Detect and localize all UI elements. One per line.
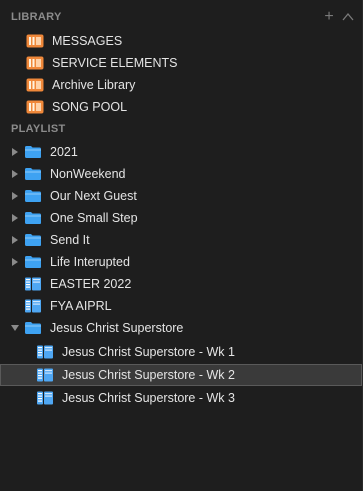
- playlist-icon: [25, 299, 41, 313]
- library-item-label: MESSAGES: [52, 34, 123, 48]
- library-item-archive-library[interactable]: Archive Library: [0, 74, 362, 96]
- chevron-right-icon[interactable]: [10, 169, 20, 179]
- folder-icon: [25, 190, 41, 202]
- chevron-right-icon[interactable]: [10, 147, 20, 157]
- playlist-jcs-wk1[interactable]: Jesus Christ Superstore - Wk 1: [0, 341, 362, 363]
- folder-icon: [25, 168, 41, 180]
- playlist-folder-send-it[interactable]: Send It: [0, 229, 362, 251]
- playlist-folder-jesus-christ-superstore[interactable]: Jesus Christ Superstore: [0, 317, 362, 339]
- playlist-folder-one-small-step[interactable]: One Small Step: [0, 207, 362, 229]
- folder-icon: [25, 146, 41, 158]
- folder-icon: [25, 212, 41, 224]
- library-item-service-elements[interactable]: SERVICE ELEMENTS: [0, 52, 362, 74]
- playlist-icon: [25, 277, 41, 291]
- library-item-messages[interactable]: MESSAGES: [0, 30, 362, 52]
- chevron-right-icon[interactable]: [10, 257, 20, 267]
- playlist-item-label: One Small Step: [50, 211, 138, 225]
- playlist-folder-our-next-guest[interactable]: Our Next Guest: [0, 185, 362, 207]
- library-item-label: Archive Library: [52, 78, 136, 92]
- library-header-label: LIBRARY: [11, 11, 62, 23]
- playlist-item-label: Life Interupted: [50, 255, 130, 269]
- library-item-label: SERVICE ELEMENTS: [52, 56, 178, 70]
- library-sidebar: LIBRARY + MESSAGES SERVICE ELEMENTS Arch…: [0, 0, 363, 491]
- folder-icon: [25, 256, 41, 268]
- playlist-item-label: Jesus Christ Superstore - Wk 3: [62, 391, 235, 405]
- playlist-section-header: PLAYLIST: [0, 120, 362, 138]
- chevron-down-icon[interactable]: [10, 323, 20, 333]
- playlist-item-label: Send It: [50, 233, 90, 247]
- playlist-item-label: Jesus Christ Superstore - Wk 2: [62, 368, 235, 382]
- playlist-jcs-wk2[interactable]: Jesus Christ Superstore - Wk 2: [0, 364, 362, 386]
- chevron-up-icon[interactable]: [342, 11, 354, 23]
- library-icon: [26, 78, 44, 92]
- library-header-controls: +: [324, 8, 354, 26]
- library-icon: [26, 56, 44, 70]
- playlist-item-label: 2021: [50, 145, 78, 159]
- playlist-folder-nonweekend[interactable]: NonWeekend: [0, 163, 362, 185]
- chevron-right-icon[interactable]: [10, 191, 20, 201]
- library-icon: [26, 34, 44, 48]
- playlist-item-label: Jesus Christ Superstore - Wk 1: [62, 345, 235, 359]
- playlist-item-label: Jesus Christ Superstore: [50, 321, 184, 335]
- folder-icon: [25, 234, 41, 246]
- playlist-jcs-wk3[interactable]: Jesus Christ Superstore - Wk 3: [0, 387, 362, 409]
- chevron-right-icon[interactable]: [10, 235, 20, 245]
- playlist-header-label: PLAYLIST: [11, 123, 66, 135]
- playlist-icon: [37, 345, 53, 359]
- chevron-right-icon[interactable]: [10, 213, 20, 223]
- playlist-folder-life-interupted[interactable]: Life Interupted: [0, 251, 362, 273]
- playlist-item-label: EASTER 2022: [50, 277, 132, 291]
- playlist-icon: [37, 368, 53, 382]
- playlist-item-label: Our Next Guest: [50, 189, 137, 203]
- folder-icon: [25, 322, 41, 334]
- playlist-folder-2021[interactable]: 2021: [0, 141, 362, 163]
- playlist-fya-aiprl[interactable]: FYA AIPRL: [0, 295, 362, 317]
- library-item-song-pool[interactable]: SONG POOL: [0, 96, 362, 118]
- playlist-item-label: NonWeekend: [50, 167, 126, 181]
- playlist-easter-2022[interactable]: EASTER 2022: [0, 273, 362, 295]
- playlist-item-label: FYA AIPRL: [50, 299, 112, 313]
- library-section-header: LIBRARY +: [0, 8, 362, 26]
- library-icon: [26, 100, 44, 114]
- library-item-label: SONG POOL: [52, 100, 128, 114]
- add-icon[interactable]: +: [324, 8, 334, 26]
- playlist-icon: [37, 391, 53, 405]
